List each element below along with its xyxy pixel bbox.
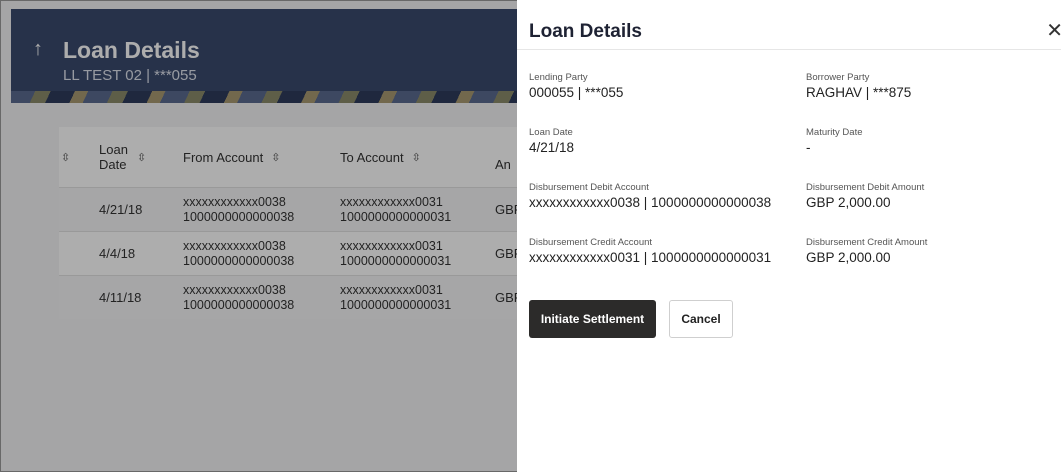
debit-account-field: Disbursement Debit Account xxxxxxxxxxxx0… [529,182,772,210]
loan-details-drawer: Loan Details ✕ Lending Party 000055 | **… [517,0,1061,472]
credit-account-field: Disbursement Credit Account xxxxxxxxxxxx… [529,237,772,265]
borrower-party-field: Borrower Party RAGHAV | ***875 [806,72,912,100]
credit-amount-field: Disbursement Credit Amount GBP 2,000.00 [806,237,928,265]
debit-amount-field: Disbursement Debit Amount GBP 2,000.00 [806,182,925,210]
modal-backdrop[interactable] [0,0,517,472]
close-icon[interactable]: ✕ [1046,18,1061,43]
cancel-button[interactable]: Cancel [669,300,733,338]
maturity-date-field: Maturity Date - [806,127,863,155]
initiate-settlement-button[interactable]: Initiate Settlement [529,300,656,338]
drawer-title: Loan Details [529,21,642,42]
lending-party-field: Lending Party 000055 | ***055 [529,72,624,100]
loan-date-field: Loan Date 4/21/18 [529,127,575,155]
drawer-header: Loan Details ✕ [517,0,1061,50]
